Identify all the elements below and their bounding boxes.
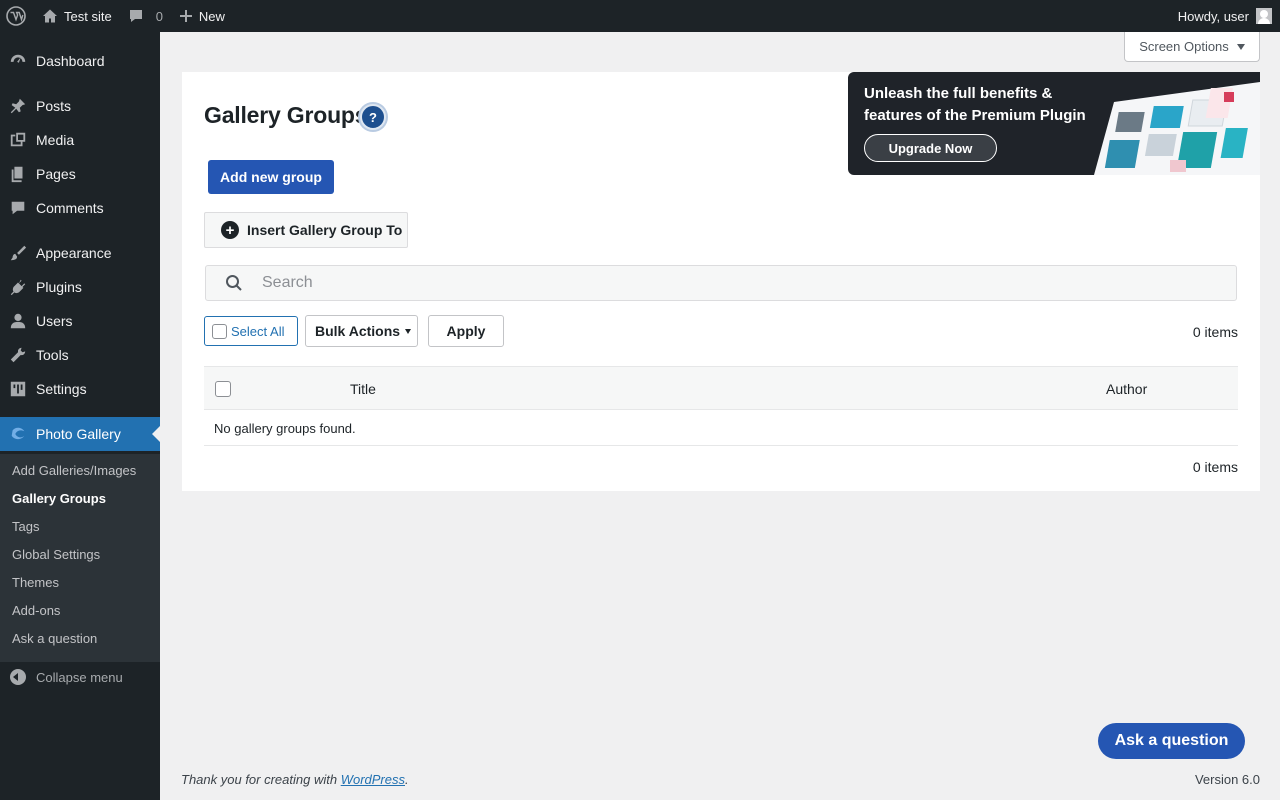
upgrade-now-button[interactable]: Upgrade Now — [864, 134, 997, 162]
caret-down-icon — [405, 329, 411, 334]
wordpress-logo-icon[interactable] — [0, 0, 34, 32]
photo-gallery-icon — [0, 425, 36, 443]
submenu-item-ask-question[interactable]: Ask a question — [12, 629, 97, 649]
select-all-checkbox[interactable] — [212, 323, 227, 339]
footer-thanks-prefix: Thank you for creating with — [181, 772, 341, 787]
page-title: Gallery Groups — [204, 102, 368, 128]
collapse-menu-label: Collapse menu — [36, 669, 123, 685]
search-input[interactable] — [262, 274, 1162, 292]
items-count-top: 0 items — [1192, 324, 1238, 340]
sidebar-item-label: Posts — [36, 98, 72, 114]
column-author: Author — [1106, 381, 1148, 397]
site-name: Test site — [64, 8, 112, 24]
sidebar-item-label: Photo Gallery — [36, 426, 121, 442]
wordpress-link[interactable]: WordPress — [341, 772, 405, 787]
screen-options-label: Screen Options — [1139, 39, 1229, 54]
sidebar-item-label: Dashboard — [36, 53, 105, 69]
media-icon — [0, 131, 36, 149]
collapse-menu-button[interactable]: Collapse menu — [0, 666, 160, 688]
submenu-item-themes[interactable]: Themes — [12, 573, 59, 593]
collapse-arrow-icon — [10, 669, 26, 685]
site-name-link[interactable]: Test site — [34, 0, 120, 32]
sidebar-item-media[interactable]: Media — [0, 123, 160, 157]
ask-question-button[interactable]: Ask a question — [1098, 723, 1245, 759]
new-content-link[interactable]: New — [171, 0, 233, 32]
sidebar-item-pages[interactable]: Pages — [0, 157, 160, 191]
bulk-actions-label: Bulk Actions — [315, 323, 401, 339]
select-all-button[interactable]: Select All — [204, 316, 298, 346]
sidebar-item-label: Plugins — [36, 279, 82, 295]
table-row: No gallery groups found. — [204, 410, 1238, 446]
header-select-checkbox[interactable] — [215, 381, 231, 397]
sidebar-item-tools[interactable]: Tools — [0, 338, 160, 372]
comments-icon — [0, 199, 36, 217]
home-icon — [42, 8, 58, 24]
bulk-actions-select[interactable]: Bulk Actions — [305, 315, 418, 347]
apply-button[interactable]: Apply — [428, 315, 504, 347]
comments-link[interactable]: 0 — [120, 0, 171, 32]
sidebar-item-comments[interactable]: Comments — [0, 191, 160, 225]
search-icon — [206, 274, 262, 292]
insert-gallery-group-button[interactable]: + Insert Gallery Group To — [204, 212, 408, 248]
empty-message: No gallery groups found. — [214, 421, 356, 436]
submenu-item-add-ons[interactable]: Add-ons — [12, 601, 60, 621]
sidebar-item-posts[interactable]: Posts — [0, 89, 160, 123]
user-icon — [0, 312, 36, 330]
caret-down-icon — [1236, 43, 1245, 50]
comment-bubble-icon — [128, 8, 144, 24]
howdy-text: Howdy, user — [1177, 8, 1249, 24]
gallery-collage-image — [1094, 82, 1260, 175]
sidebar-item-label: Comments — [36, 200, 104, 216]
help-icon[interactable]: ? — [360, 104, 386, 130]
premium-banner: Unleash the full benefits & features of … — [848, 72, 1260, 175]
pages-icon — [0, 165, 36, 183]
sidebar-item-label: Users — [36, 313, 73, 329]
insert-gallery-group-label: Insert Gallery Group To — [247, 222, 403, 238]
sidebar-item-settings[interactable]: Settings — [0, 372, 160, 406]
select-all-label: Select All — [231, 323, 285, 339]
sidebar-item-dashboard[interactable]: Dashboard — [0, 44, 160, 78]
table-header: Title Author — [204, 366, 1238, 410]
sidebar-item-label: Settings — [36, 381, 87, 397]
submenu-item-tags[interactable]: Tags — [12, 517, 39, 537]
new-label: New — [198, 8, 225, 24]
screen-options-button[interactable]: Screen Options — [1124, 32, 1260, 62]
sidebar-item-label: Pages — [36, 166, 76, 182]
add-new-group-button[interactable]: Add new group — [208, 160, 334, 194]
pin-icon — [0, 97, 36, 115]
admin-sidebar: Dashboard Posts Media Pages Comments App… — [0, 32, 160, 800]
footer-thanks-suffix: . — [405, 772, 409, 787]
plus-icon — [179, 9, 193, 23]
submenu-item-gallery-groups[interactable]: Gallery Groups — [12, 489, 106, 509]
submenu-item-global-settings[interactable]: Global Settings — [12, 545, 100, 565]
admin-bar: Test site 0 New Howdy, user — [0, 0, 1280, 32]
plug-icon — [0, 278, 36, 296]
plus-circle-icon: + — [221, 221, 239, 239]
my-account-link[interactable]: Howdy, user — [1170, 0, 1280, 32]
submenu-item-add-galleries[interactable]: Add Galleries/Images — [12, 461, 136, 481]
brush-icon — [0, 244, 36, 262]
dashboard-icon — [0, 52, 36, 70]
sidebar-item-users[interactable]: Users — [0, 304, 160, 338]
sidebar-item-label: Tools — [36, 347, 69, 363]
premium-banner-text: Unleash the full benefits & features of … — [864, 85, 1086, 124]
footer-version: Version 6.0 — [1194, 772, 1260, 787]
sidebar-item-photo-gallery[interactable]: Photo Gallery — [0, 417, 160, 451]
avatar — [1256, 8, 1272, 24]
search-box — [205, 265, 1237, 301]
sidebar-item-label: Media — [36, 132, 75, 148]
main-panel: Gallery Groups ? Unleash the full benefi… — [182, 72, 1260, 491]
footer-thanks: Thank you for creating with WordPress. — [181, 772, 409, 787]
sidebar-item-label: Appearance — [36, 245, 112, 261]
comments-count: 0 — [155, 8, 163, 24]
photo-gallery-submenu: Add Galleries/Images Gallery Groups Tags… — [0, 454, 160, 662]
items-count-bottom: 0 items — [1192, 459, 1238, 475]
gallery-groups-table: Title Author No gallery groups found. — [204, 366, 1238, 446]
column-title[interactable]: Title — [350, 381, 376, 397]
sidebar-item-plugins[interactable]: Plugins — [0, 270, 160, 304]
settings-icon — [0, 380, 36, 398]
wrench-icon — [0, 346, 36, 364]
sidebar-item-appearance[interactable]: Appearance — [0, 236, 160, 270]
